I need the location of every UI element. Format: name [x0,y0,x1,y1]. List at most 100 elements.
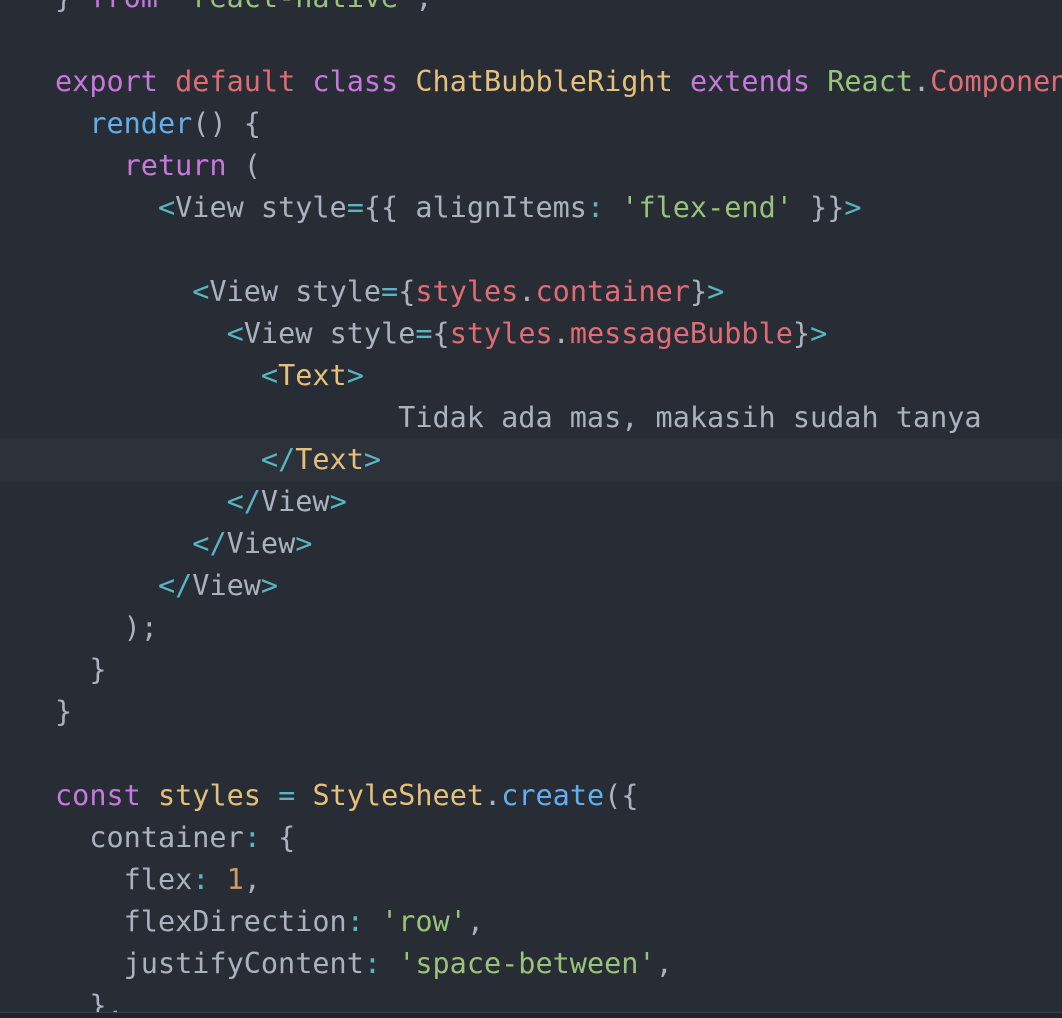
code-token: < [226,317,244,350]
code-token: 1 [226,863,244,896]
code-token: : [346,905,364,938]
code-token: . [552,317,570,350]
code-line[interactable]: </View> [0,565,1062,607]
code-token: Text [295,443,364,476]
code-line[interactable] [0,19,1062,61]
code-lines[interactable]: } from 'react-native'; export default cl… [0,0,1062,1018]
code-token: . [518,275,536,308]
code-line[interactable]: ); [0,607,1062,649]
code-token: flex [55,863,193,896]
code-token: style [312,317,416,350]
code-token: container [535,275,690,308]
code-line[interactable]: container: { [0,817,1062,859]
code-token: View [175,191,244,224]
code-token: styles [415,275,519,308]
code-token: , [655,947,673,980]
code-token: > [329,485,347,518]
code-token: 'react-native' [175,0,415,14]
code-line[interactable]: return ( [0,145,1062,187]
code-line[interactable]: export default class ChatBubbleRight ext… [0,61,1062,103]
code-token: justifyContent [55,947,364,980]
code-line[interactable]: flexDirection: 'row', [0,901,1062,943]
code-token: from [89,0,158,14]
editor-bottom-edge [0,1012,1062,1018]
code-token: : [243,821,261,854]
code-token: ; [415,0,432,14]
code-token: < [260,359,279,392]
code-token: : [363,947,382,980]
code-line[interactable]: justifyContent: 'space-between', [0,943,1062,985]
code-token: style [278,275,382,308]
code-line[interactable]: </View> [0,523,1062,565]
code-token: View [226,527,296,560]
code-line[interactable] [0,733,1062,775]
code-token: > [260,569,279,602]
code-token: } [55,0,89,14]
code-line[interactable]: } from 'react-native'; [0,0,1062,19]
code-token: = [381,275,399,308]
code-line[interactable]: const styles = StyleSheet.create({ [0,775,1062,817]
current-code-line[interactable]: </Text> [0,439,1062,481]
code-line[interactable] [0,229,1062,271]
code-token: Text [278,359,347,392]
code-token: styles [157,779,261,812]
code-token: container [55,821,244,854]
code-line[interactable]: } [0,691,1062,733]
code-token: } [55,653,107,686]
code-line[interactable]: Tidak ada mas, makasih sudah tanya [0,397,1062,439]
code-line[interactable]: <View style={styles.messageBubble}> [0,313,1062,355]
code-editor[interactable]: } from 'react-native'; export default cl… [0,0,1062,1018]
code-token: </ [226,485,261,518]
code-token: > [295,527,313,560]
code-line[interactable]: <Text> [0,355,1062,397]
code-token: 'row' [381,905,467,938]
code-token: create [501,779,605,812]
code-line[interactable]: render() { [0,103,1062,145]
code-token: 'space-between' [398,947,656,980]
code-token: View [260,485,330,518]
code-token: default [175,65,296,98]
code-token: ChatBubbleRight [415,65,673,98]
code-token: > [810,317,828,350]
code-token: export [55,65,158,98]
code-token: Component [930,65,1062,98]
code-token: , [243,863,261,896]
code-token: = [346,191,364,224]
code-line[interactable]: flex: 1, [0,859,1062,901]
code-token: return [123,149,227,182]
code-token: Tidak ada mas, makasih sudah tanya [398,401,982,434]
code-token: flexDirection [55,905,347,938]
code-line[interactable]: <View style={{ alignItems: 'flex-end' }}… [0,187,1062,229]
code-token: extends [689,65,811,98]
code-token: , [466,905,485,938]
code-token: class [312,65,399,98]
code-line[interactable]: <View style={styles.container}> [0,271,1062,313]
code-line[interactable]: </View> [0,481,1062,523]
code-token: > [363,443,382,476]
code-token: } [792,317,811,350]
code-token: ( [226,149,261,182]
code-token: > [844,191,862,224]
code-token: View [192,569,261,602]
code-line[interactable]: } [0,649,1062,691]
code-token: View [243,317,313,350]
code-token: </ [192,527,227,560]
code-token: React [827,65,914,98]
code-token: StyleSheet [312,779,485,812]
code-token: : [192,863,210,896]
code-token: = [415,317,433,350]
